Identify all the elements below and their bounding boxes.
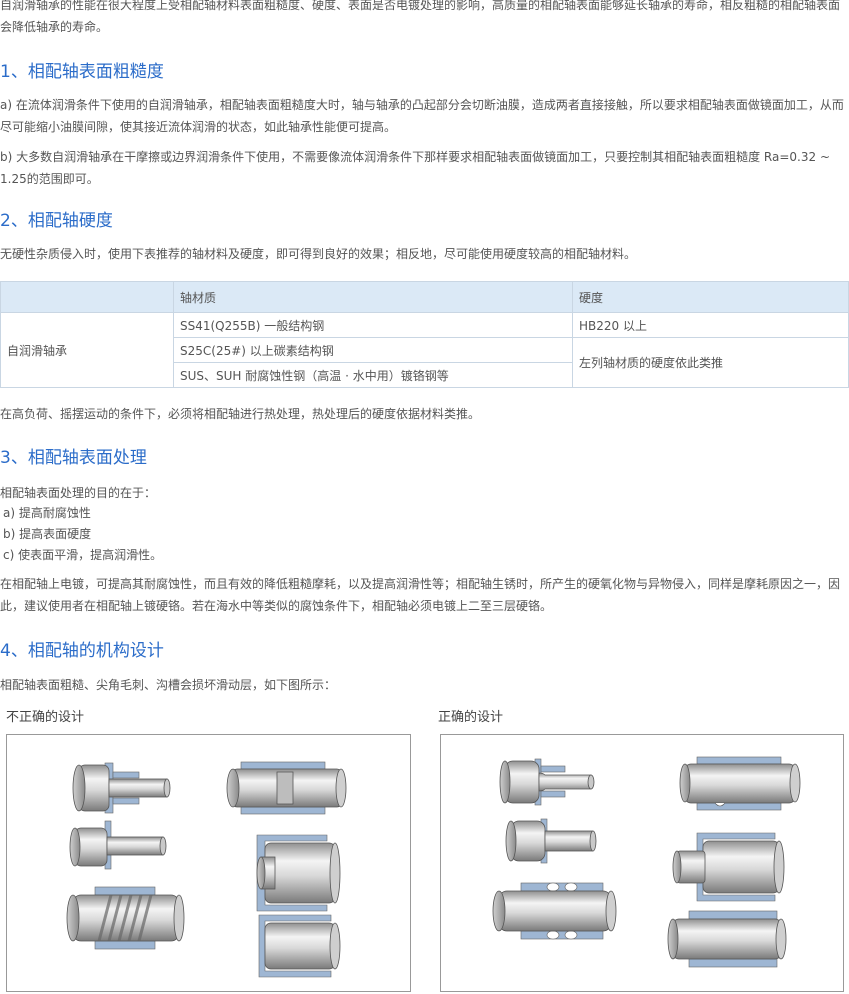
table-row: 自润滑轴承 SS41(Q255B) 一般结构钢 HB220 以上 xyxy=(0,312,849,388)
section-3-title: 3、相配轴表面处理 xyxy=(0,448,147,468)
material-cell: SS41(Q255B) 一般结构钢 xyxy=(173,312,573,338)
table-header-hardness: 硬度 xyxy=(572,281,849,313)
section-1-para-b: b) 大多数自润滑轴承在干摩擦或边界润滑条件下使用，不需要像流体润滑条件下那样要… xyxy=(0,150,831,186)
material-cell: S25C(25#) 以上碳素结构钢 xyxy=(173,337,573,363)
right-design-figure xyxy=(440,734,844,992)
shaft-step-outside-bushing xyxy=(672,832,785,902)
section-4-title: 4、相配轴的机构设计 xyxy=(0,641,164,661)
list-item: a) 提高耐腐蚀性 xyxy=(3,506,91,520)
material-cell: SUS、SUH 耐腐蚀性钢（高温 · 水中用）镀铬钢等 xyxy=(173,362,573,388)
plain-shaft-in-sleeves xyxy=(679,756,801,811)
section-2-title: 2、相配轴硬度 xyxy=(0,211,113,231)
section-2-note: 在高负荷、摇摆运动的条件下，必须将相配轴进行热处理，热处理后的硬度依据材料类推。 xyxy=(0,407,481,421)
grooved-shaft xyxy=(226,761,347,815)
table-header-material: 轴材质 xyxy=(173,281,573,313)
section-2-intro: 无硬性杂质侵入时，使用下表推荐的轴材料及硬度，即可得到良好的效果；相反地，尽可能… xyxy=(0,247,637,261)
intro-paragraph: 自润滑轴承的性能在很大程度上受相配轴材料表面粗糙度、硬度、表面是否电镀处理的影响… xyxy=(0,0,841,34)
shaft-with-step-in-bushing xyxy=(256,834,341,912)
section-3-purpose: 相配轴表面处理的目的在于： xyxy=(0,486,157,500)
stepped-shaft-sharp-corner xyxy=(72,762,171,814)
stepped-shaft-radius xyxy=(505,818,597,864)
section-4-intro: 相配轴表面粗糙、尖角毛刺、沟槽会损坏滑动层，如下图所示： xyxy=(0,678,337,692)
plain-shaft-long xyxy=(667,910,787,968)
wrong-design-figure xyxy=(6,734,411,992)
threaded-shaft xyxy=(66,886,185,950)
list-item: b) 提高表面硬度 xyxy=(3,527,92,541)
stepped-shaft-chamfered xyxy=(499,758,595,806)
wrong-design-caption: 不正确的设计 xyxy=(6,710,85,725)
flanged-bushing-shaft xyxy=(258,914,341,978)
stepped-shaft-burr xyxy=(69,820,167,870)
hardness-cell: HB220 以上 xyxy=(572,312,849,338)
section-1-title: 1、相配轴表面粗糙度 xyxy=(0,62,164,82)
table-header-empty xyxy=(0,281,174,313)
hardness-cell: 左列轴材质的硬度依此类推 xyxy=(572,337,849,388)
section-1-para-a: a) 在流体润滑条件下使用的自润滑轴承，相配轴表面粗糙度大时，轴与轴承的凸起部分… xyxy=(0,98,844,134)
right-design-caption: 正确的设计 xyxy=(438,710,504,725)
shaft-material-table: 轴材质 硬度 自润滑轴承 SS41(Q255B) 一般结构钢 HB220 以上 … xyxy=(0,281,849,388)
plain-shaft-grooved-bushing xyxy=(492,882,617,940)
list-item: c) 使表面平滑，提高润滑性。 xyxy=(3,548,163,562)
section-3-para: 在相配轴上电镀，可提高其耐腐蚀性，而且有效的降低粗糙摩耗，以及提高润滑性等；相配… xyxy=(0,577,841,613)
row-label-bearing: 自润滑轴承 xyxy=(0,312,174,388)
